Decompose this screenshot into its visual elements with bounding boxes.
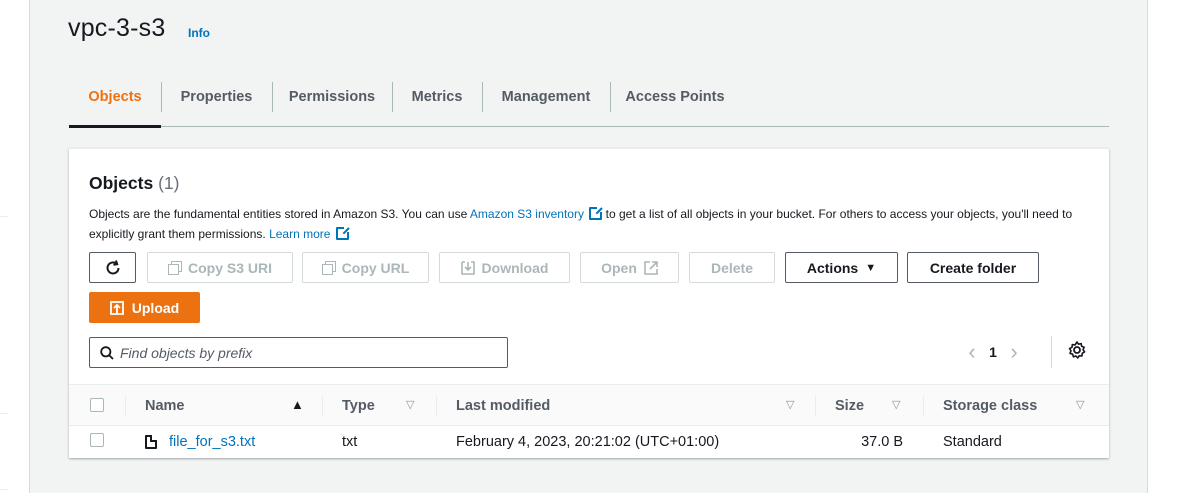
tab-label: Properties xyxy=(180,89,253,105)
object-name-cell: file_for_s3.txt xyxy=(145,426,255,458)
button-label: Delete xyxy=(710,259,754,276)
create-folder-button[interactable]: Create folder xyxy=(907,252,1039,283)
tab-objects[interactable]: Objects xyxy=(69,80,161,128)
panel-description: Objects are the fundamental entities sto… xyxy=(89,205,1079,244)
table-row: file_for_s3.txt txt February 4, 2023, 20… xyxy=(69,426,1109,458)
column-divider xyxy=(436,396,437,416)
column-divider xyxy=(322,396,323,416)
download-icon xyxy=(460,260,475,275)
open-button[interactable]: Open xyxy=(580,252,679,283)
object-name-link[interactable]: file_for_s3.txt xyxy=(169,434,255,450)
panel-title: Objects (1) xyxy=(89,173,179,194)
external-link-icon xyxy=(335,225,350,240)
refresh-button[interactable] xyxy=(89,252,136,283)
column-header-storage-class[interactable]: Storage class xyxy=(943,385,1037,427)
side-navigation-edge xyxy=(0,0,30,493)
nav-divider xyxy=(0,489,8,490)
sort-icon[interactable]: ▽ xyxy=(786,398,794,411)
column-header-name[interactable]: Name xyxy=(145,385,185,427)
right-panel-edge xyxy=(1147,0,1180,493)
button-label: Upload xyxy=(131,299,180,316)
button-label: Create folder xyxy=(929,259,1017,276)
previous-page-button[interactable]: ‹ xyxy=(959,337,985,367)
info-link[interactable]: Info xyxy=(188,26,210,40)
tab-label: Management xyxy=(501,89,591,105)
tab-properties[interactable]: Properties xyxy=(161,80,272,126)
search-box xyxy=(89,337,508,368)
sort-icon[interactable]: ▽ xyxy=(892,398,900,411)
page-title: vpc-3-s3 xyxy=(68,14,166,42)
upload-icon xyxy=(109,300,124,315)
copy-s3-uri-button[interactable]: Copy S3 URI xyxy=(147,252,293,283)
download-button[interactable]: Download xyxy=(439,252,570,283)
next-page-button[interactable]: › xyxy=(1001,337,1027,367)
button-label: Actions xyxy=(806,259,859,276)
row-checkbox[interactable] xyxy=(90,433,104,447)
object-storage-class: Standard xyxy=(943,434,1002,450)
divider xyxy=(1051,336,1052,368)
select-all-checkbox[interactable] xyxy=(90,398,104,412)
pagination: ‹ 1 › xyxy=(959,337,1027,367)
object-count: (1) xyxy=(158,173,180,193)
inventory-link-text: Amazon S3 inventory xyxy=(469,207,584,221)
button-label: Download xyxy=(481,259,549,276)
tab-label: Objects xyxy=(88,89,142,105)
panel-title-text: Objects xyxy=(89,173,154,193)
objects-panel: Objects (1) Objects are the fundamental … xyxy=(69,148,1109,458)
button-label: Open xyxy=(601,259,637,276)
copy-icon xyxy=(321,261,336,275)
refresh-icon xyxy=(106,259,119,274)
column-divider xyxy=(923,396,924,416)
column-divider xyxy=(125,396,126,416)
copy-url-button[interactable]: Copy URL xyxy=(302,252,429,283)
gear-icon[interactable] xyxy=(1067,340,1087,360)
object-size: 37.0 B xyxy=(861,434,903,450)
column-divider xyxy=(815,396,816,416)
actions-dropdown[interactable]: Actions ▼ xyxy=(785,252,898,283)
column-header-last-modified[interactable]: Last modified xyxy=(456,385,550,427)
tab-metrics[interactable]: Metrics xyxy=(392,80,482,126)
delete-button[interactable]: Delete xyxy=(689,252,775,283)
tab-permissions[interactable]: Permissions xyxy=(272,80,392,126)
tab-label: Access Points xyxy=(625,89,725,105)
external-link-icon xyxy=(589,206,604,220)
tab-access-points[interactable]: Access Points xyxy=(610,80,740,126)
nav-divider xyxy=(0,413,8,414)
tab-management[interactable]: Management xyxy=(482,80,610,126)
inventory-link[interactable]: Amazon S3 inventory xyxy=(469,206,604,221)
sort-icon[interactable]: ▽ xyxy=(406,398,414,411)
tab-label: Metrics xyxy=(411,89,463,105)
column-header-type[interactable]: Type xyxy=(342,385,375,427)
object-last-modified: February 4, 2023, 20:21:02 (UTC+01:00) xyxy=(456,434,720,450)
bucket-tabs: Objects Properties Permissions Metrics M… xyxy=(69,80,1109,128)
nav-divider xyxy=(0,216,8,217)
table-header: Name ▲ Type ▽ Last modified ▽ Size ▽ Sto… xyxy=(69,384,1109,426)
sort-ascending-icon[interactable]: ▲ xyxy=(291,397,304,412)
learn-more-link[interactable]: Learn more xyxy=(269,225,350,241)
current-page-number[interactable]: 1 xyxy=(985,344,1001,360)
tab-label: Permissions xyxy=(288,89,376,105)
button-label: Copy URL xyxy=(341,259,410,276)
caret-down-icon: ▼ xyxy=(865,261,877,274)
external-link-icon xyxy=(644,260,658,275)
upload-button[interactable]: Upload xyxy=(89,292,200,323)
main-content: vpc-3-s3 Info Objects Properties Permiss… xyxy=(30,0,1147,493)
search-icon xyxy=(100,345,114,360)
file-icon xyxy=(145,435,157,449)
object-type: txt xyxy=(342,434,358,450)
sort-icon[interactable]: ▽ xyxy=(1076,398,1084,411)
column-header-size[interactable]: Size xyxy=(835,385,864,427)
button-label: Copy S3 URI xyxy=(187,259,272,276)
description-text: Objects are the fundamental entities sto… xyxy=(89,207,470,221)
search-input[interactable] xyxy=(120,344,490,361)
copy-icon xyxy=(167,261,182,275)
learn-more-text: Learn more xyxy=(269,226,331,241)
